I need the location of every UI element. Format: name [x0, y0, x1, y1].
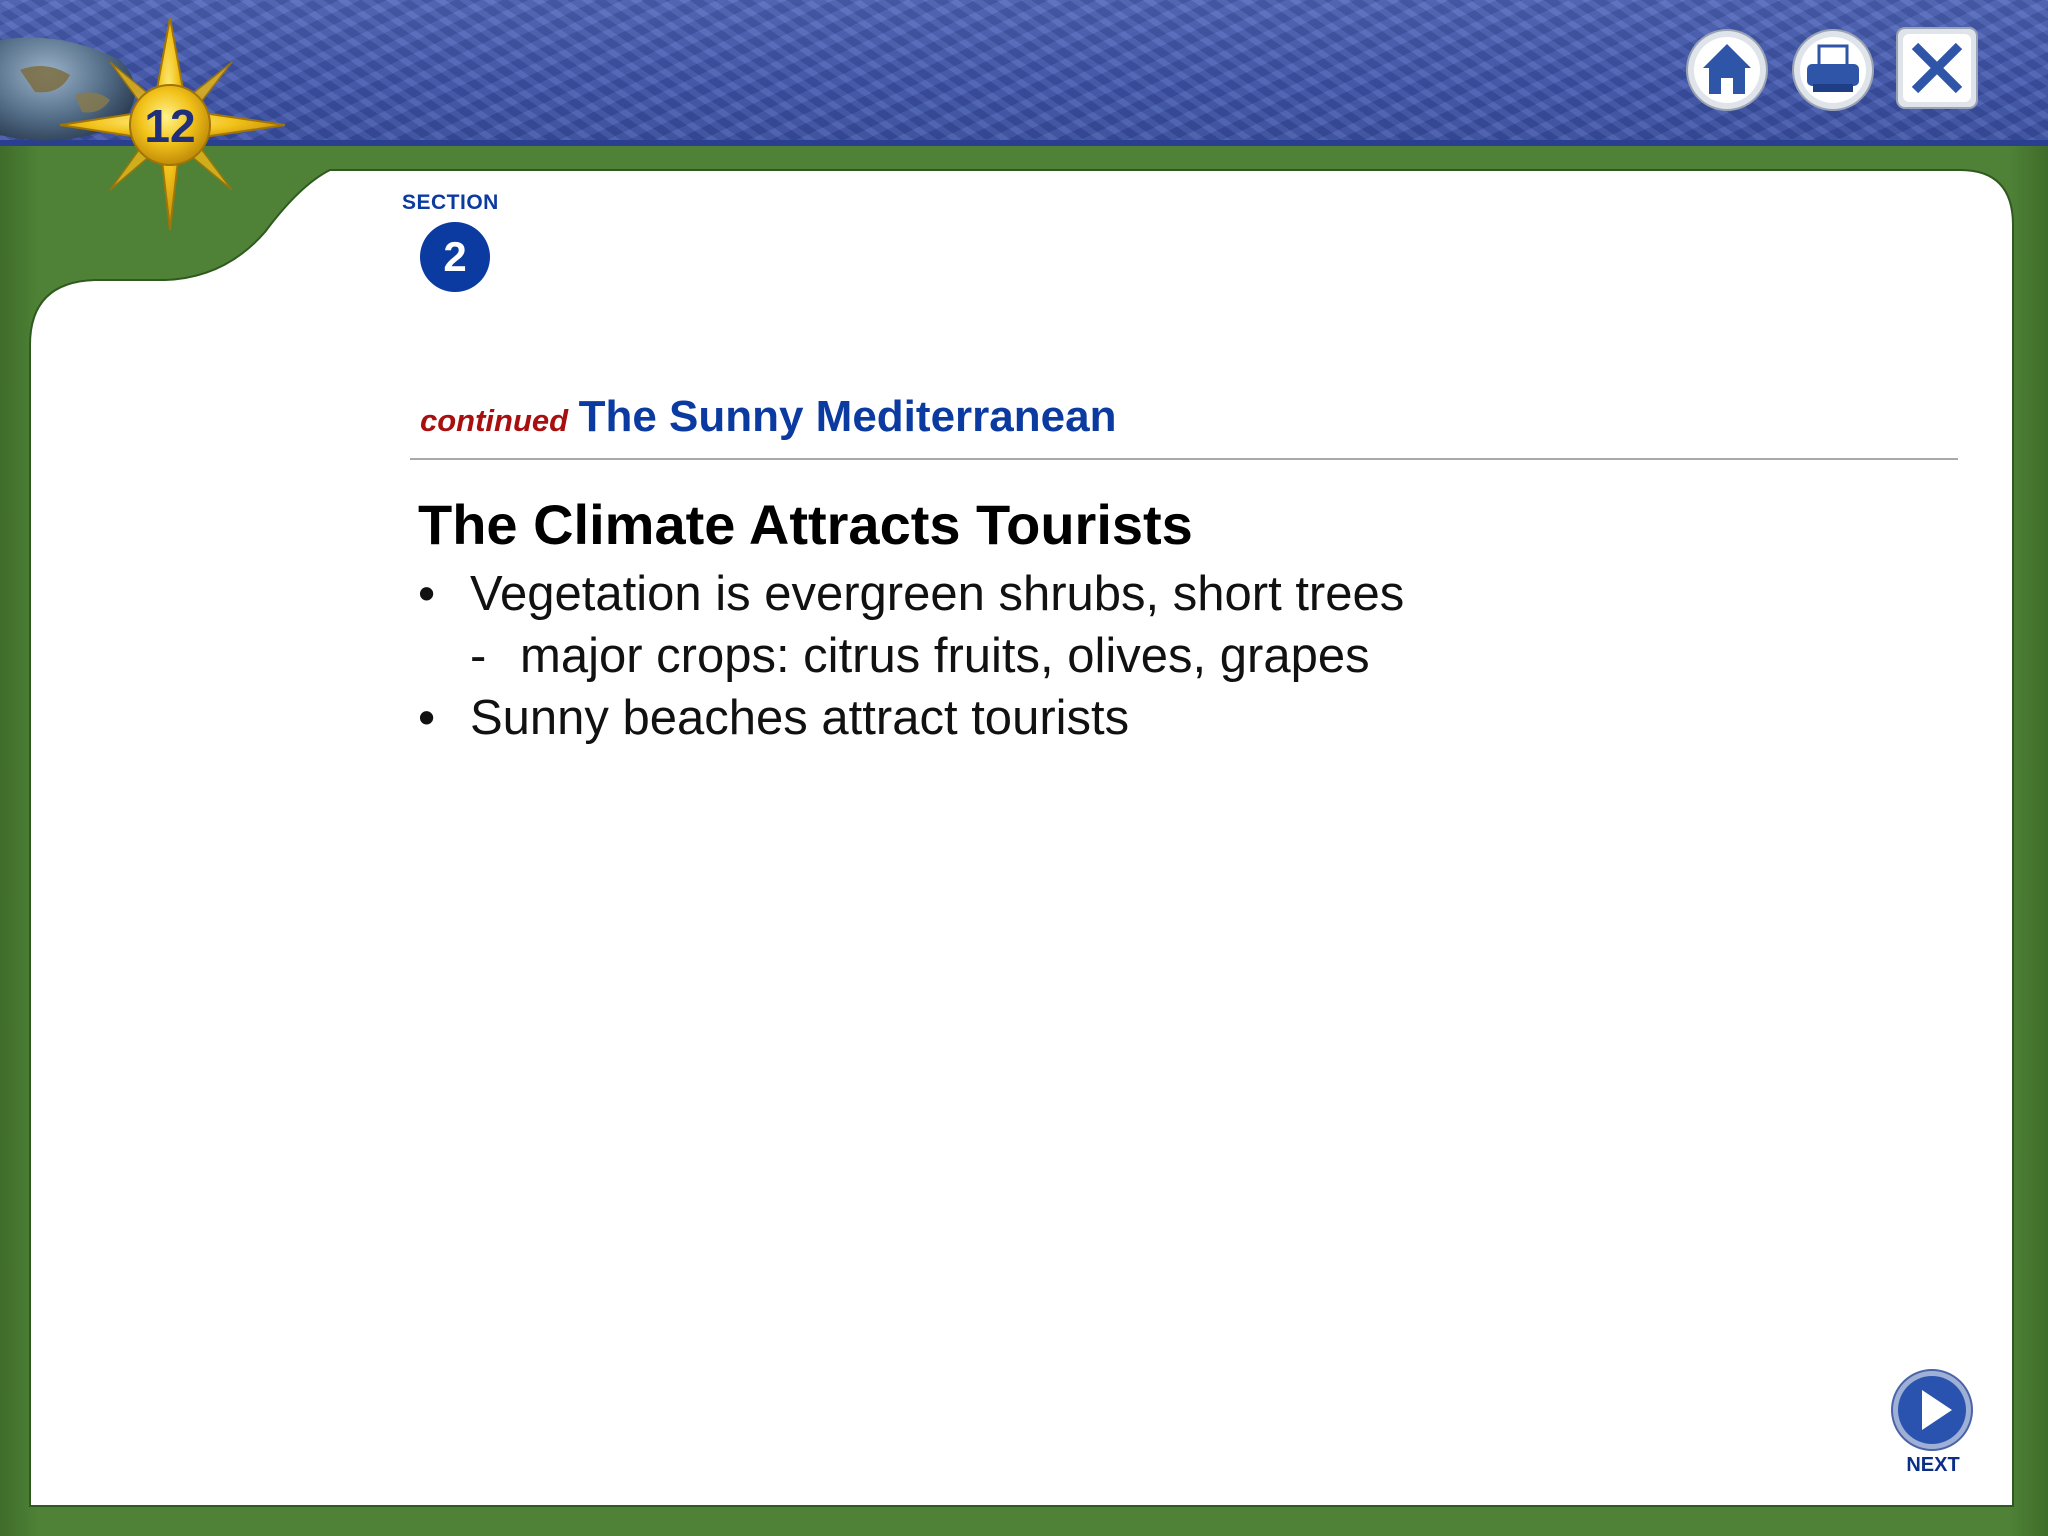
print-button[interactable]: [1791, 28, 1875, 112]
dash-marker: -: [470, 629, 487, 683]
home-button[interactable]: [1685, 28, 1769, 112]
sub-bullet-text: major crops: citrus fruits, olives, grap…: [520, 629, 1370, 683]
bullet-text: Vegetation is evergreen shrubs, short tr…: [470, 567, 1405, 621]
slide-heading: continued The Sunny Mediterranean: [420, 392, 1116, 442]
continued-label: continued: [420, 403, 569, 438]
next-label[interactable]: NEXT: [1900, 1454, 1966, 1477]
bullet-marker: •: [418, 691, 436, 745]
close-button[interactable]: [1895, 26, 1979, 110]
chapter-logo: 12: [0, 17, 286, 231]
heading-title: The Sunny Mediterranean: [578, 392, 1117, 441]
section-label: SECTION: [402, 191, 499, 214]
bullet-marker: •: [418, 567, 436, 621]
chapter-number: 12: [144, 100, 195, 152]
bullet-text: Sunny beaches attract tourists: [470, 691, 1130, 745]
slide-title: The Climate Attracts Tourists: [418, 493, 1193, 556]
section-number-badge: 2: [420, 222, 490, 292]
content-panel: [29, 169, 2014, 1507]
slide-window: 12 SECTION 2 continued The Sunny Mediter…: [0, 0, 2048, 1536]
next-button[interactable]: [1890, 1368, 1974, 1452]
heading-divider: [410, 458, 1958, 460]
